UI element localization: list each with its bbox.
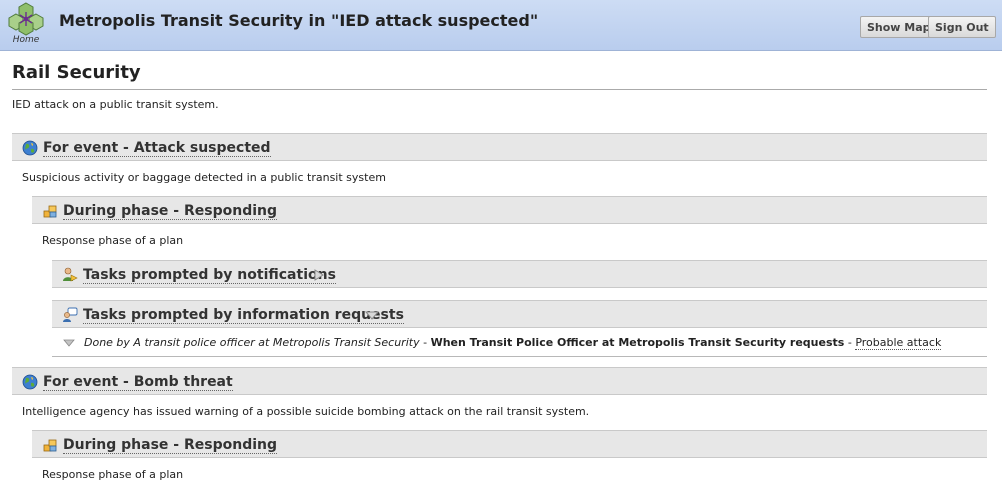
info-request-icon — [63, 307, 78, 322]
phase-title[interactable]: During phase - Responding — [63, 437, 277, 454]
phase-description: Response phase of a plan — [42, 234, 184, 247]
tasks-notifications-label[interactable]: Tasks prompted by notifications — [83, 267, 336, 284]
person-notification-icon — [63, 267, 78, 282]
event-section-header[interactable]: For event - Attack suspected — [12, 133, 987, 161]
sign-out-button[interactable]: Sign Out — [928, 16, 996, 38]
expand-arrow-icon[interactable] — [314, 269, 324, 281]
phase-section-header[interactable]: During phase - Responding — [32, 430, 987, 458]
phase-section-header[interactable]: During phase - Responding — [32, 196, 987, 224]
home-label: Home — [12, 35, 40, 45]
phase-boxes-icon — [43, 205, 57, 218]
item-collapse-arrow-icon[interactable] — [63, 339, 75, 347]
event-title[interactable]: For event - Attack suspected — [43, 140, 271, 157]
page-description: IED attack on a public transit system. — [12, 98, 219, 111]
phase-title[interactable]: During phase - Responding — [63, 203, 277, 220]
tasks-notifications-header[interactable]: Tasks prompted by notifications — [52, 260, 987, 288]
task-link-probable-attack[interactable]: Probable attack — [855, 336, 942, 350]
event-description: Suspicious activity or baggage detected … — [22, 171, 386, 184]
tasks-info-requests-header[interactable]: Tasks prompted by information requests — [52, 300, 987, 328]
show-map-button[interactable]: Show Map — [860, 16, 938, 38]
globe-icon — [22, 140, 38, 156]
app-header: Home Metropolis Transit Security in "IED… — [0, 0, 1002, 51]
task-done-by: Done by A transit police officer at Metr… — [84, 336, 420, 349]
app-title: Metropolis Transit Security in "IED atta… — [59, 11, 539, 30]
event-description: Intelligence agency has issued warning o… — [22, 405, 590, 418]
page-title: Rail Security — [12, 62, 141, 83]
title-divider — [12, 89, 987, 90]
task-item-divider — [52, 356, 987, 357]
phase-boxes-icon — [43, 439, 57, 452]
home-link[interactable]: Home — [7, 1, 45, 49]
globe-icon — [22, 374, 38, 390]
phase-description: Response phase of a plan — [42, 468, 184, 481]
task-sep-1: - — [419, 336, 431, 349]
collapse-arrow-icon[interactable] — [365, 311, 379, 320]
event-title[interactable]: For event - Bomb threat — [43, 374, 233, 391]
task-when: When Transit Police Officer at Metropoli… — [430, 336, 845, 349]
tasks-info-requests-label[interactable]: Tasks prompted by information requests — [83, 307, 404, 324]
event-section-header[interactable]: For event - Bomb threat — [12, 367, 987, 395]
task-sep-2: - — [844, 336, 856, 349]
task-item: Done by A transit police officer at Metr… — [84, 336, 942, 350]
home-logo-icon — [8, 2, 44, 36]
